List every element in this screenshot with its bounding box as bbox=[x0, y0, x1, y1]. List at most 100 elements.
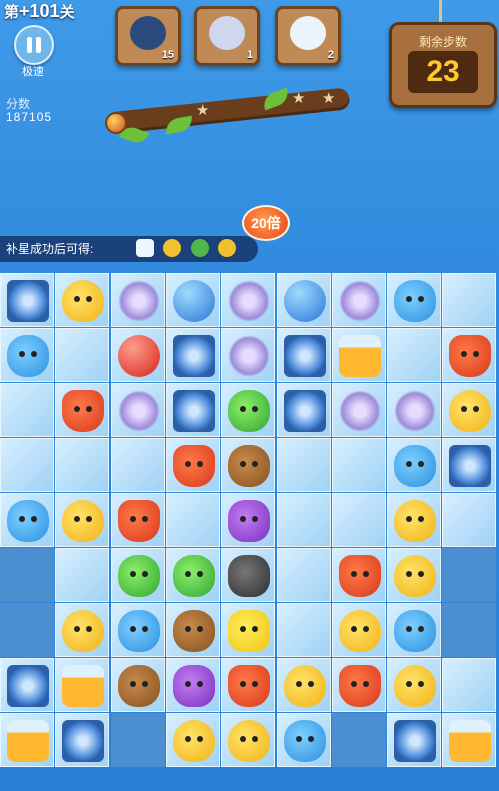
board-cell[interactable] bbox=[442, 328, 497, 382]
board-cell[interactable] bbox=[331, 273, 386, 327]
board-cell[interactable] bbox=[165, 713, 220, 767]
board-cell[interactable] bbox=[0, 603, 54, 657]
hippo-piece-icon[interactable] bbox=[394, 445, 437, 487]
frog-piece-icon[interactable] bbox=[117, 555, 160, 597]
crystal-piece-icon[interactable] bbox=[7, 665, 49, 707]
board-cell[interactable] bbox=[110, 548, 165, 602]
bubble-piece-icon[interactable] bbox=[283, 280, 326, 322]
hippo-piece-icon[interactable] bbox=[7, 500, 49, 542]
board-cell[interactable] bbox=[110, 438, 165, 492]
board-cell[interactable] bbox=[276, 438, 331, 492]
board-cell[interactable] bbox=[55, 658, 110, 712]
mon-piece-icon[interactable] bbox=[228, 610, 271, 652]
board-cell[interactable] bbox=[331, 658, 386, 712]
board-cell[interactable] bbox=[276, 658, 331, 712]
board-cell[interactable] bbox=[0, 713, 54, 767]
board-cell[interactable] bbox=[221, 548, 276, 602]
crystal-piece-icon[interactable] bbox=[172, 335, 215, 377]
board-cell[interactable] bbox=[165, 438, 220, 492]
board-cell[interactable] bbox=[0, 548, 54, 602]
flower-piece-icon[interactable] bbox=[338, 280, 381, 322]
board-cell[interactable] bbox=[442, 658, 497, 712]
board-cell[interactable] bbox=[55, 273, 110, 327]
board-cell[interactable] bbox=[110, 658, 165, 712]
board-cell[interactable] bbox=[221, 383, 276, 437]
chick-piece-icon[interactable] bbox=[62, 500, 105, 542]
frog-piece-icon[interactable] bbox=[172, 555, 215, 597]
bear-piece-icon[interactable] bbox=[117, 665, 160, 707]
crystal-piece-icon[interactable] bbox=[172, 390, 215, 432]
board-cell[interactable] bbox=[0, 383, 54, 437]
board-cell[interactable] bbox=[165, 658, 220, 712]
owl-piece-icon[interactable] bbox=[172, 665, 215, 707]
ball-piece-icon[interactable] bbox=[117, 335, 160, 377]
board-cell[interactable] bbox=[442, 273, 497, 327]
flower-piece-icon[interactable] bbox=[394, 390, 437, 432]
fox-piece-icon[interactable] bbox=[338, 665, 381, 707]
jar-piece-icon[interactable] bbox=[338, 335, 381, 377]
board-cell[interactable] bbox=[55, 383, 110, 437]
crystal-piece-icon[interactable] bbox=[7, 280, 49, 322]
jar-piece-icon[interactable] bbox=[62, 665, 105, 707]
chick-piece-icon[interactable] bbox=[394, 500, 437, 542]
board-cell[interactable] bbox=[276, 273, 331, 327]
chick-piece-icon[interactable] bbox=[62, 280, 105, 322]
board-cell[interactable] bbox=[331, 383, 386, 437]
board-cell[interactable] bbox=[442, 548, 497, 602]
board-cell[interactable] bbox=[110, 273, 165, 327]
board-cell[interactable] bbox=[165, 548, 220, 602]
board-cell[interactable] bbox=[331, 328, 386, 382]
chick-piece-icon[interactable] bbox=[62, 610, 105, 652]
board-cell[interactable] bbox=[276, 493, 331, 547]
flower-piece-icon[interactable] bbox=[338, 390, 381, 432]
board-cell[interactable] bbox=[442, 438, 497, 492]
board-cell[interactable] bbox=[165, 328, 220, 382]
flower-piece-icon[interactable] bbox=[228, 335, 271, 377]
board-cell[interactable] bbox=[221, 713, 276, 767]
board-cell[interactable] bbox=[331, 603, 386, 657]
chick-piece-icon[interactable] bbox=[172, 720, 215, 762]
board-cell[interactable] bbox=[55, 493, 110, 547]
chick-piece-icon[interactable] bbox=[283, 665, 326, 707]
hippo-piece-icon[interactable] bbox=[7, 335, 49, 377]
crystal-piece-icon[interactable] bbox=[62, 720, 105, 762]
board-cell[interactable] bbox=[442, 713, 497, 767]
board-cell[interactable] bbox=[221, 603, 276, 657]
board-cell[interactable] bbox=[55, 438, 110, 492]
fox-piece-icon[interactable] bbox=[62, 390, 105, 432]
board-cell[interactable] bbox=[387, 328, 442, 382]
board-cell[interactable] bbox=[276, 328, 331, 382]
board-cell[interactable] bbox=[276, 383, 331, 437]
board-cell[interactable] bbox=[221, 328, 276, 382]
board-cell[interactable] bbox=[276, 713, 331, 767]
flower-piece-icon[interactable] bbox=[117, 390, 160, 432]
fox-piece-icon[interactable] bbox=[338, 555, 381, 597]
board-cell[interactable] bbox=[387, 603, 442, 657]
fox-piece-icon[interactable] bbox=[117, 500, 160, 542]
board-cell[interactable] bbox=[387, 658, 442, 712]
flower-piece-icon[interactable] bbox=[228, 280, 271, 322]
board-cell[interactable] bbox=[276, 603, 331, 657]
board-cell[interactable] bbox=[55, 548, 110, 602]
board-cell[interactable] bbox=[221, 658, 276, 712]
board-cell[interactable] bbox=[387, 493, 442, 547]
chick-piece-icon[interactable] bbox=[394, 665, 437, 707]
board-cell[interactable] bbox=[55, 603, 110, 657]
speed-label[interactable]: 极速 bbox=[22, 63, 44, 79]
board-cell[interactable] bbox=[110, 603, 165, 657]
board-cell[interactable] bbox=[0, 438, 54, 492]
board-cell[interactable] bbox=[442, 493, 497, 547]
board-cell[interactable] bbox=[110, 383, 165, 437]
board-cell[interactable] bbox=[276, 548, 331, 602]
chick-piece-icon[interactable] bbox=[449, 390, 492, 432]
board-cell[interactable] bbox=[110, 328, 165, 382]
chick-piece-icon[interactable] bbox=[338, 610, 381, 652]
board-cell[interactable] bbox=[110, 713, 165, 767]
hippo-piece-icon[interactable] bbox=[117, 610, 160, 652]
one-piece-icon[interactable] bbox=[228, 555, 271, 597]
board-cell[interactable] bbox=[331, 713, 386, 767]
board-cell[interactable] bbox=[165, 273, 220, 327]
hippo-piece-icon[interactable] bbox=[283, 720, 326, 762]
board-cell[interactable] bbox=[221, 493, 276, 547]
board-cell[interactable] bbox=[165, 493, 220, 547]
